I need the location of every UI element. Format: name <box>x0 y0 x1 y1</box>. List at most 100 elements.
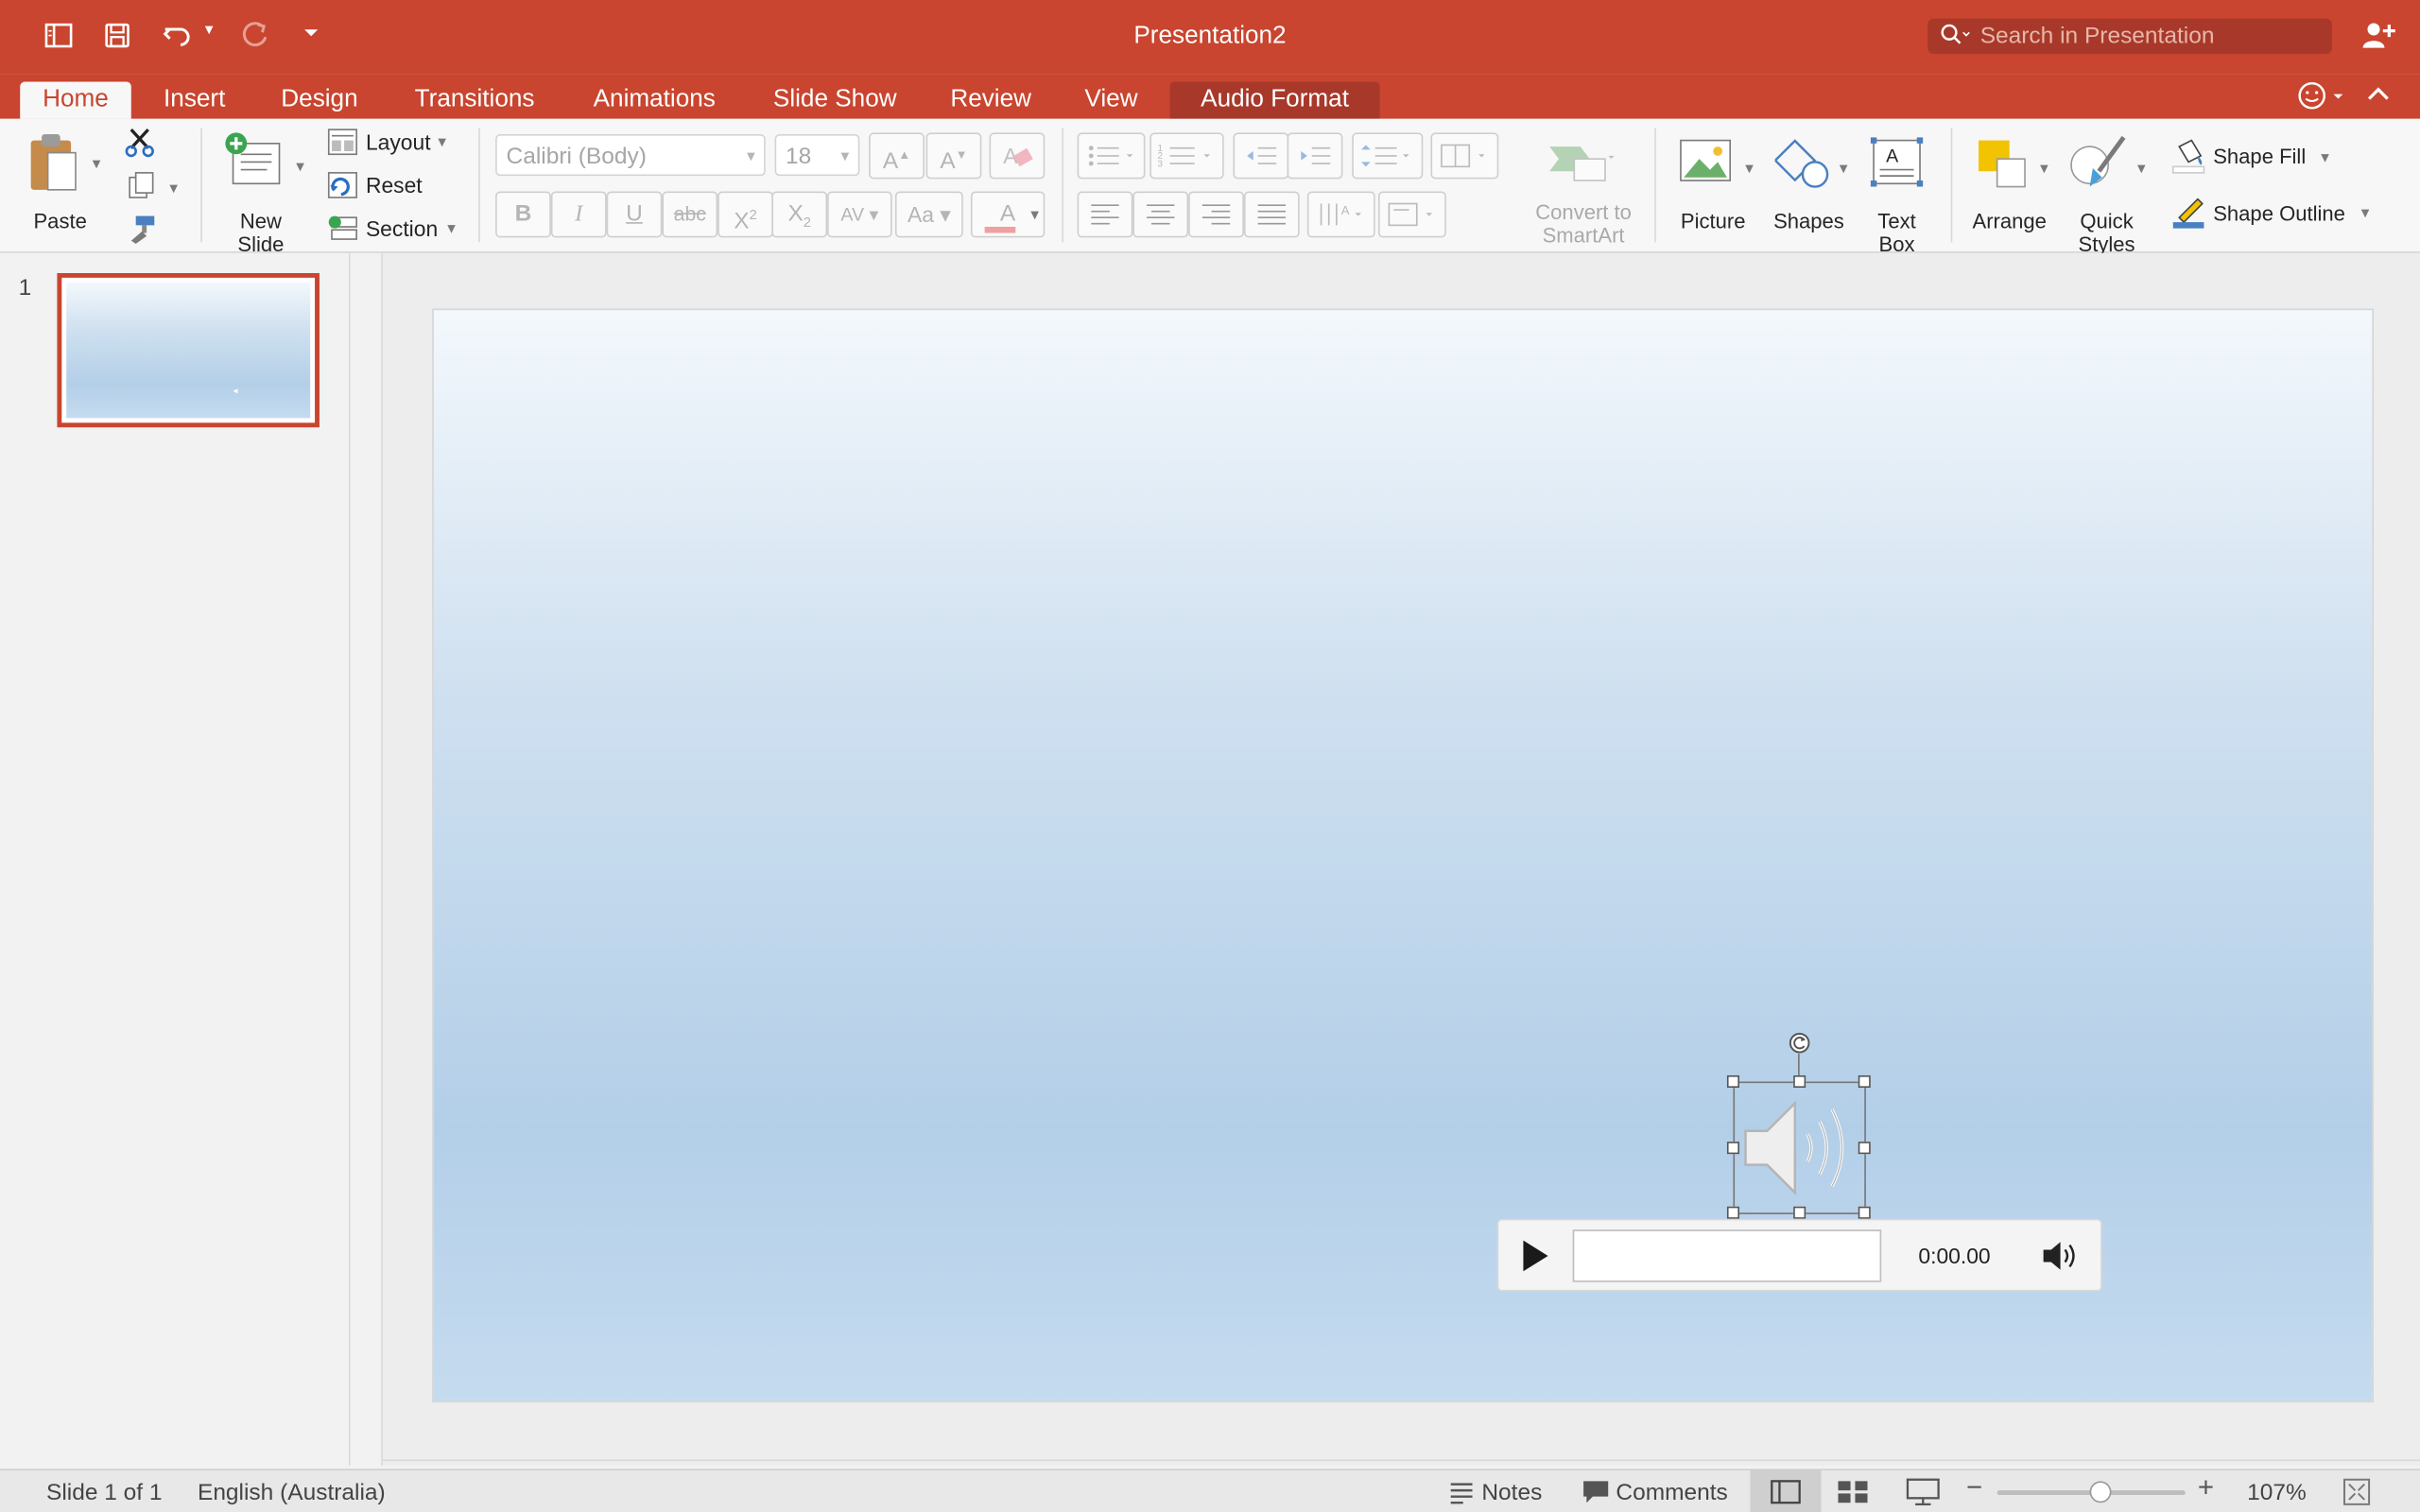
tab-design[interactable]: Design <box>263 82 377 119</box>
clear-formatting-button[interactable]: A <box>989 132 1046 180</box>
reset-button[interactable]: Reset <box>324 168 463 202</box>
line-spacing-button[interactable] <box>1352 132 1424 180</box>
paste-button[interactable]: ▼ Paste <box>22 129 103 246</box>
tab-audio-format[interactable]: Audio Format <box>1169 81 1380 119</box>
character-spacing-button[interactable]: AV ▾ <box>827 191 892 238</box>
comments-button[interactable]: Comments <box>1582 1473 1742 1510</box>
strikethrough-button[interactable]: abc <box>662 191 718 238</box>
zoom-slider[interactable] <box>1996 1481 2186 1503</box>
text-box-button[interactable]: A Text Box <box>1861 129 1932 256</box>
shape-fill-button[interactable]: Shape Fill ▼ <box>2167 137 2367 174</box>
change-case-button[interactable]: Aa ▾ <box>894 191 963 238</box>
bold-button[interactable]: B <box>495 191 551 238</box>
search-input[interactable]: Search in Presentation <box>1980 23 2215 49</box>
zoom-slider-thumb[interactable] <box>2089 1481 2112 1503</box>
pencil-icon <box>2172 198 2204 229</box>
share-icon[interactable] <box>2361 20 2395 59</box>
font-size-value: 18 <box>786 143 812 170</box>
resize-handle[interactable] <box>1726 1074 1739 1089</box>
justify-button[interactable] <box>1243 191 1300 238</box>
tab-review[interactable]: Review <box>935 82 1046 119</box>
tab-slide-show[interactable]: Slide Show <box>756 82 914 119</box>
layout-button[interactable]: Layout ▼ <box>324 125 463 159</box>
shape-outline-button[interactable]: Shape Outline ▼ <box>2167 193 2383 230</box>
resize-handle[interactable] <box>1858 1142 1871 1155</box>
volume-icon[interactable] <box>2040 1239 2080 1280</box>
arrange-button[interactable]: ▼ Arrange <box>1966 129 2056 249</box>
align-text-button[interactable] <box>1377 191 1446 238</box>
layout-icon <box>327 129 357 156</box>
slide-thumbnail[interactable]: ◂ <box>57 272 320 428</box>
columns-button[interactable] <box>1430 132 1499 180</box>
audio-time: 0:00.00 <box>1918 1243 1991 1269</box>
slide[interactable]: 0:00.00 <box>432 308 2375 1403</box>
align-left-button[interactable] <box>1077 191 1133 238</box>
convert-label-1: Convert to <box>1535 200 1632 224</box>
resize-handle[interactable] <box>1793 1074 1806 1089</box>
cut-icon[interactable] <box>124 125 158 166</box>
normal-view-button[interactable] <box>1750 1469 1822 1512</box>
text-box-label-1: Text <box>1877 210 1916 233</box>
tab-animations[interactable]: Animations <box>574 82 735 119</box>
slide-sorter-icon[interactable] <box>1837 1480 1871 1511</box>
decrease-indent-button[interactable] <box>1233 132 1289 180</box>
resize-handle[interactable] <box>1793 1206 1806 1219</box>
section-icon <box>328 215 357 240</box>
zoom-out-icon[interactable]: − <box>1966 1472 1982 1504</box>
resize-handle[interactable] <box>1726 1206 1739 1219</box>
resize-handle[interactable] <box>1858 1074 1871 1089</box>
language[interactable]: English (Australia) <box>198 1480 386 1506</box>
tab-view[interactable]: View <box>1068 82 1154 119</box>
search-box[interactable]: Search in Presentation <box>1927 18 2332 55</box>
zoom-level[interactable]: 107% <box>2247 1480 2307 1506</box>
increase-indent-button[interactable] <box>1287 132 1343 180</box>
speaker-icon <box>1744 1100 1844 1195</box>
tab-transitions[interactable]: Transitions <box>395 82 554 119</box>
subscript-button[interactable]: X2 <box>771 191 828 238</box>
convert-to-smartart-button[interactable]: Convert to SmartArt <box>1519 129 1649 249</box>
resize-handle[interactable] <box>1858 1206 1871 1219</box>
notes-button[interactable]: Notes <box>1447 1473 1571 1510</box>
shapes-label: Shapes <box>1773 210 1844 233</box>
new-slide-button[interactable]: ▼ New Slide <box>216 129 309 256</box>
zoom-in-icon[interactable]: + <box>2198 1472 2214 1504</box>
font-name-dropdown[interactable]: Calibri (Body) ▼ <box>495 134 766 177</box>
paint-bucket-icon <box>2171 139 2205 174</box>
resize-handle[interactable] <box>1726 1142 1739 1155</box>
fit-to-window-icon[interactable] <box>2342 1478 2371 1512</box>
new-slide-label-1: New <box>239 210 282 233</box>
normal-view-icon <box>1771 1480 1801 1504</box>
text-direction-button[interactable]: A <box>1306 191 1375 238</box>
increase-font-size-button[interactable]: A▲ <box>869 132 925 180</box>
align-center-button[interactable] <box>1132 191 1189 238</box>
decrease-font-size-button[interactable]: A▼ <box>925 132 982 180</box>
smiley-feedback-icon[interactable] <box>2296 80 2349 119</box>
section-button[interactable]: Section ▼ <box>324 212 463 246</box>
shape-outline-label: Shape Outline <box>2213 201 2345 226</box>
convert-label-2: SmartArt <box>1542 223 1625 248</box>
italic-button[interactable]: I <box>550 191 607 238</box>
superscript-button[interactable]: X2 <box>717 191 773 238</box>
bullets-button[interactable] <box>1077 132 1146 180</box>
copy-dropdown-icon[interactable]: ▼ <box>166 180 181 196</box>
shapes-button[interactable]: ▼ Shapes <box>1769 129 1852 249</box>
audio-progress-bar[interactable] <box>1572 1229 1882 1282</box>
tab-insert[interactable]: Insert <box>148 82 241 119</box>
align-right-button[interactable] <box>1188 191 1244 238</box>
play-icon[interactable] <box>1520 1239 1551 1280</box>
copy-icon[interactable] <box>127 170 158 209</box>
picture-button[interactable]: ▼ Picture <box>1673 129 1756 249</box>
quick-styles-button[interactable]: ▼ Quick Styles <box>2065 129 2149 256</box>
underline-button[interactable]: U <box>606 191 663 238</box>
format-painter-icon[interactable] <box>127 213 158 251</box>
numbering-button[interactable]: 123 <box>1150 132 1224 180</box>
tab-home[interactable]: Home <box>20 81 131 119</box>
panel-splitter[interactable] <box>350 252 383 1467</box>
font-color-button[interactable]: A ▼ <box>970 191 1046 238</box>
reading-view-icon[interactable] <box>1906 1478 1940 1512</box>
comments-icon <box>1583 1481 1609 1503</box>
font-size-dropdown[interactable]: 18 ▼ <box>774 134 860 177</box>
align-center-icon <box>1147 204 1175 225</box>
columns-icon <box>1441 144 1485 168</box>
collapse-ribbon-icon[interactable] <box>2366 83 2391 112</box>
